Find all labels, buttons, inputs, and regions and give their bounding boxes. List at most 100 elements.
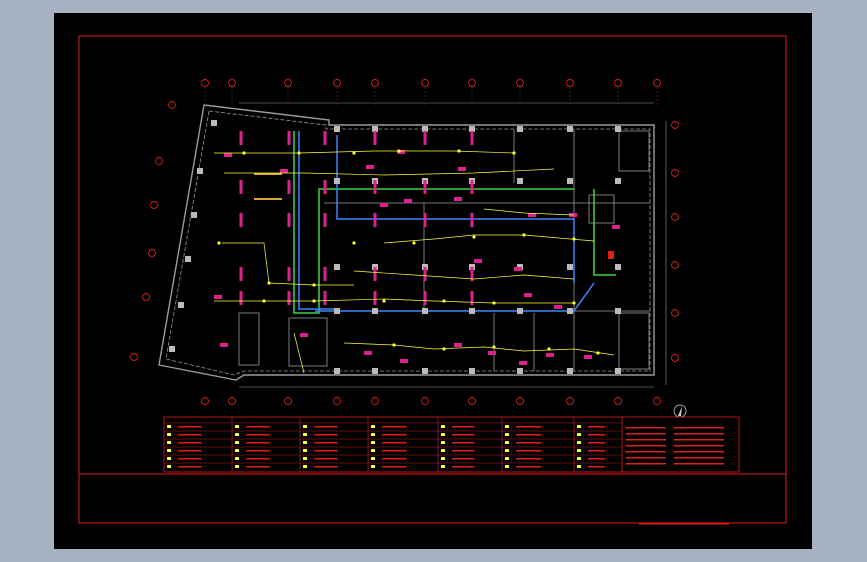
fixture-tag (400, 359, 408, 363)
light-bar (264, 198, 282, 200)
column (567, 308, 573, 314)
grid-bubble-icon (371, 397, 379, 405)
legend-symbol (235, 433, 239, 436)
legend-text-mark (178, 458, 202, 460)
column (191, 212, 197, 218)
fixture-tag (488, 351, 496, 355)
note-text-mark (674, 433, 724, 435)
legend-text-mark (452, 442, 475, 444)
fixture-icon (239, 180, 243, 194)
column (185, 256, 191, 262)
fixture-icon (423, 213, 427, 227)
grid-bubble-icon (566, 79, 574, 87)
legend-symbol (441, 465, 445, 468)
legend-text-mark (516, 458, 542, 460)
legend-symbol (167, 457, 171, 460)
grid-bubble-icon (284, 79, 292, 87)
grid-bubble-icon (150, 201, 158, 209)
fixture-icon (373, 267, 377, 281)
grid-bubble-icon (228, 397, 236, 405)
grid-bubble-icon (333, 397, 341, 405)
outlet-icon (217, 241, 221, 245)
grid-bubble-icon (168, 101, 176, 109)
grid-bubble-icon (671, 213, 679, 221)
grid-bubble-icon (333, 79, 341, 87)
column (211, 120, 217, 126)
grid-bubble-icon (371, 79, 379, 87)
column (334, 178, 340, 184)
legend-symbol (577, 449, 581, 452)
legend-text-mark (178, 442, 202, 444)
note-text-mark (626, 439, 666, 441)
legend-text-mark (246, 434, 270, 436)
fixture-icon (323, 213, 327, 227)
legend-symbol (505, 425, 509, 428)
legend-text-mark (314, 434, 338, 436)
wiring-circuits (214, 150, 615, 374)
column (567, 368, 573, 374)
column (567, 126, 573, 132)
legend-symbol (235, 441, 239, 444)
legend-text-mark (516, 426, 542, 428)
legend-text-mark (382, 442, 407, 444)
note-text-mark (626, 457, 666, 459)
fixture-icon (470, 131, 474, 145)
legend-symbol (371, 441, 375, 444)
column (334, 264, 340, 270)
grid-bubble-icon (421, 79, 429, 87)
grid-bubble-icon (516, 397, 524, 405)
fixture-tag (404, 199, 412, 203)
fixture-icon (323, 291, 327, 305)
legend-text-mark (314, 450, 338, 452)
legend-text-mark (452, 450, 475, 452)
legend-symbol (303, 457, 307, 460)
legend-symbol (371, 465, 375, 468)
column (615, 368, 621, 374)
legend-symbol (505, 441, 509, 444)
column (517, 126, 523, 132)
grid-bubble-icon (468, 397, 476, 405)
note-text-mark (674, 439, 724, 441)
fixture-icon (470, 213, 474, 227)
legend-symbol (371, 433, 375, 436)
legend-symbol (441, 441, 445, 444)
fixture-tag (524, 293, 532, 297)
fixture-tag (454, 197, 462, 201)
fixture-icon (323, 131, 327, 145)
note-text-mark (674, 451, 724, 453)
circuit-wire (383, 234, 595, 244)
cad-viewport[interactable] (54, 13, 812, 549)
legend-symbol (505, 457, 509, 460)
fixture-icon (423, 291, 427, 305)
fixture-icon (373, 291, 377, 305)
grid-bubble-icon (653, 79, 661, 87)
grid-bubble-icon (671, 309, 679, 317)
fixture-icon (287, 213, 291, 227)
legend-table (163, 416, 740, 473)
panel-marker (608, 251, 614, 259)
structural-columns (169, 120, 621, 374)
legend-symbol (303, 425, 307, 428)
fixture-icon (470, 291, 474, 305)
fixture-tag (300, 333, 308, 337)
legend-text-mark (588, 466, 605, 468)
circuit-wire (343, 342, 615, 356)
column (615, 264, 621, 270)
outlet-icon (442, 347, 446, 351)
grid-bubble-icon (421, 397, 429, 405)
legend-text-mark (588, 450, 605, 452)
legend-text-mark (516, 442, 542, 444)
fixture-tag (554, 305, 562, 309)
legend-text-mark (314, 442, 338, 444)
fixture-tag (214, 295, 222, 299)
grid-bubble-icon (148, 249, 156, 257)
legend-text-mark (246, 442, 270, 444)
legend-symbol (577, 425, 581, 428)
legend-symbol (505, 465, 509, 468)
legend-text-mark (588, 458, 605, 460)
fixture-icon (287, 131, 291, 145)
fixture-tag (380, 203, 388, 207)
legend-symbol (303, 433, 307, 436)
outlet-icon (472, 235, 476, 239)
fixture-icon (287, 267, 291, 281)
